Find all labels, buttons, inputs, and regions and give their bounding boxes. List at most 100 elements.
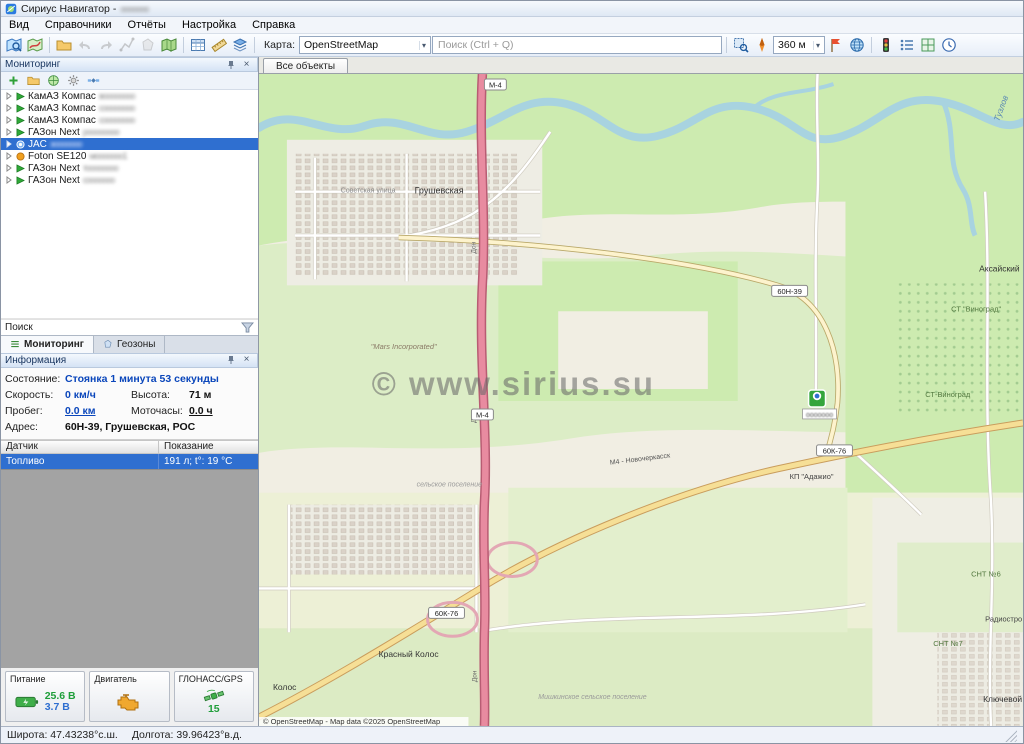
resize-grip[interactable]	[1004, 729, 1017, 742]
globe-green-icon[interactable]	[44, 73, 62, 89]
engine-hours-value[interactable]: 0.0 ч	[189, 405, 213, 417]
value-column-header[interactable]: Показание	[159, 441, 258, 452]
road-badge-60n39: 60Н-39	[772, 285, 808, 296]
sensor-column-header[interactable]: Датчик	[1, 441, 159, 453]
svg-text:60К-76: 60К-76	[823, 446, 846, 455]
status-latitude: Широта: 47.43238°с.ш.	[7, 729, 118, 741]
menu-settings[interactable]: Настройка	[174, 18, 244, 32]
map-viewport[interactable]: Дон Дон Дон М4 - Новочеркасск М-4 М-4	[259, 74, 1023, 726]
tab-all-objects[interactable]: Все объекты	[263, 58, 348, 73]
flag-icon[interactable]	[826, 36, 846, 55]
engine-icon	[114, 692, 144, 712]
expander-icon[interactable]	[5, 128, 13, 136]
gps-satellite-icon	[202, 689, 226, 703]
map-attribution: © OpenStreetMap - Map data ©2025 OpenStr…	[259, 717, 468, 726]
gear-icon[interactable]	[64, 73, 82, 89]
map-scale-combo[interactable]: 360 м▾	[773, 36, 825, 54]
mileage-label: Пробег:	[5, 405, 65, 417]
sensor-name: Топливо	[1, 454, 159, 469]
open-folder-icon[interactable]	[54, 36, 74, 55]
close-icon[interactable]: ×	[240, 354, 253, 366]
tab-monitoring[interactable]: Мониторинг	[1, 336, 94, 353]
tree-search-label: Поиск	[5, 322, 33, 333]
redo-icon[interactable]	[96, 36, 116, 55]
traffic-light-icon[interactable]	[876, 36, 896, 55]
grid-icon[interactable]	[918, 36, 938, 55]
map-label-mars: "Mars Incorporated"	[371, 342, 437, 351]
tab-geozones[interactable]: Геозоны	[94, 336, 166, 353]
map-label-street: Советская улица	[341, 188, 396, 195]
tree-item[interactable]: ГАЗон Nextтоооооооо	[1, 162, 258, 174]
menu-view[interactable]: Вид	[1, 18, 37, 32]
tree-item[interactable]: КамАЗ Компасвоооооооо	[1, 90, 258, 102]
toolbar-separator	[254, 37, 255, 53]
svg-text:60К-76: 60К-76	[435, 609, 458, 618]
expander-icon[interactable]	[5, 152, 13, 160]
ruler-icon[interactable]	[209, 36, 229, 55]
mileage-value[interactable]: 0.0 км	[65, 405, 131, 417]
tree-search-row[interactable]: Поиск	[1, 319, 258, 335]
tree-toolbar	[1, 72, 258, 90]
track-polyline-icon[interactable]	[117, 36, 137, 55]
speed-label: Скорость:	[5, 389, 65, 401]
vehicle-name: ГАЗон Next	[28, 127, 80, 138]
tree-item-selected[interactable]: JACэооооооо	[1, 138, 258, 150]
svg-text:60Н-39: 60Н-39	[777, 287, 802, 296]
vehicle-name: ГАЗон Next	[28, 175, 80, 186]
zoom-area-icon[interactable]	[731, 36, 751, 55]
toolbar-separator	[49, 37, 50, 53]
layers-icon[interactable]	[230, 36, 250, 55]
search-input[interactable]	[432, 36, 722, 54]
menu-help[interactable]: Справка	[244, 18, 303, 32]
monitoring-panel-header: Мониторинг ×	[1, 57, 258, 72]
toolbar-separator	[726, 37, 727, 53]
expander-icon[interactable]	[5, 140, 13, 148]
map-provider-combo[interactable]: OpenStreetMap▾	[299, 36, 431, 54]
tree-item[interactable]: КамАЗ Компассоооооооо	[1, 114, 258, 126]
map-label-selskoe: сельское поселение	[417, 482, 483, 489]
satellite-icon[interactable]	[84, 73, 102, 89]
legend-list-icon[interactable]	[897, 36, 917, 55]
map-label-don: Дон	[470, 241, 477, 253]
map-search-icon[interactable]	[4, 36, 24, 55]
toolbar-separator	[871, 37, 872, 53]
vehicle-name-censored: сооооооо	[83, 175, 115, 185]
road-badge-m4-mid: М-4	[471, 409, 493, 420]
map-label-adagio: КП "Адажио"	[790, 472, 834, 481]
expander-icon[interactable]	[5, 176, 13, 184]
table-row[interactable]: Топливо 191 л; t°: 19 °C	[1, 454, 258, 469]
pin-icon[interactable]	[224, 354, 237, 366]
expander-icon[interactable]	[5, 92, 13, 100]
menu-reports[interactable]: Отчёты	[120, 18, 174, 32]
speed-value: 0 км/ч	[65, 389, 131, 401]
vehicle-status-icon	[16, 176, 25, 185]
close-icon[interactable]: ×	[240, 59, 253, 71]
map-provider-value: OpenStreetMap	[304, 39, 414, 51]
tree-item[interactable]: ГАЗон Nextсооооооо	[1, 174, 258, 186]
clock-icon[interactable]	[939, 36, 959, 55]
tree-item[interactable]: КамАЗ Компассоооооооо	[1, 102, 258, 114]
groups-folder-icon[interactable]	[24, 73, 42, 89]
geozone-polygon-icon[interactable]	[138, 36, 158, 55]
vehicle-status-icon	[16, 164, 25, 173]
pin-icon[interactable]	[224, 59, 237, 71]
expander-icon[interactable]	[5, 164, 13, 172]
app-icon	[5, 3, 17, 15]
altitude-value: 71 м	[189, 389, 211, 401]
route-map-icon[interactable]	[25, 36, 45, 55]
tree-item[interactable]: Foton SE120мооооооо1	[1, 150, 258, 162]
menu-directories[interactable]: Справочники	[37, 18, 120, 32]
globe-icon[interactable]	[847, 36, 867, 55]
map-canvas[interactable]: Дон Дон Дон М4 - Новочеркасск М-4 М-4	[259, 74, 1023, 726]
vehicle-name: КамАЗ Компас	[28, 91, 96, 102]
map-green-icon[interactable]	[159, 36, 179, 55]
compass-icon[interactable]	[752, 36, 772, 55]
filter-funnel-icon[interactable]	[241, 322, 254, 333]
tree-item[interactable]: ГАЗон Nextроооооооо	[1, 126, 258, 138]
expander-icon[interactable]	[5, 116, 13, 124]
expander-icon[interactable]	[5, 104, 13, 112]
add-object-icon[interactable]	[4, 73, 22, 89]
undo-icon[interactable]	[75, 36, 95, 55]
map-label-radio: Радиостро	[985, 614, 1022, 623]
table-icon[interactable]	[188, 36, 208, 55]
